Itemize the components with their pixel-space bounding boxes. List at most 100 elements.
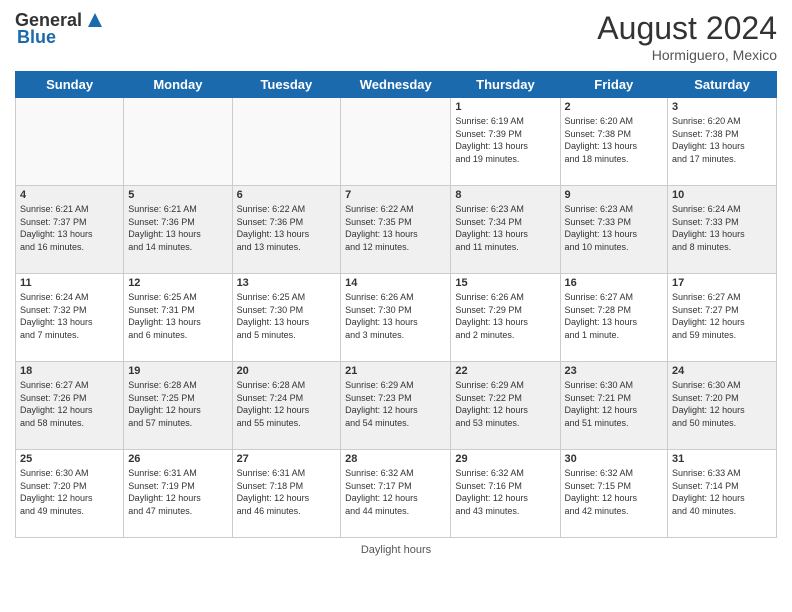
day-number: 14 <box>345 277 446 289</box>
table-row: 9 Sunrise: 6:23 AM Sunset: 7:33 PM Daylig… <box>560 186 668 274</box>
table-row: 5Sunrise: 6:21 AM Sunset: 7:36 PM Daylig… <box>124 186 232 274</box>
table-row: 6 Sunrise: 6:22 AM Sunset: 7:36 PM Daylig… <box>232 186 341 274</box>
day-info: Sunrise: 6:27 AM Sunset: 7:26 PM Dayligh… <box>20 379 119 429</box>
day-number: 7 <box>345 189 446 201</box>
table-row <box>16 98 124 186</box>
day-info: Sunrise: 6:24 AM Sunset: 7:32 PM Dayligh… <box>20 291 119 341</box>
table-row: 4Sunrise: 6:21 AM Sunset: 7:37 PM Daylig… <box>16 186 124 274</box>
day-info: Sunrise: 6:20 AM Sunset: 7:38 PM Dayligh… <box>565 115 664 165</box>
day-number: 27 <box>237 453 337 465</box>
day-number: 28 <box>345 453 446 465</box>
day-info: Sunrise: 6:22 AM Sunset: 7:35 PM Dayligh… <box>345 203 446 253</box>
table-row: 16 Sunrise: 6:27 AM Sunset: 7:28 PM Dayli… <box>560 274 668 362</box>
day-info: Sunrise: 6:30 AM Sunset: 7:21 PM Dayligh… <box>565 379 664 429</box>
day-info: Sunrise: 6:32 AM Sunset: 7:15 PM Dayligh… <box>565 467 664 517</box>
table-row: 27 Sunrise: 6:31 AM Sunset: 7:18 PM Dayli… <box>232 450 341 538</box>
day-number: 9 <box>565 189 664 201</box>
day-info: Sunrise: 6:28 AM Sunset: 7:24 PM Dayligh… <box>237 379 337 429</box>
day-info: Sunrise: 6:23 AM Sunset: 7:33 PM Dayligh… <box>565 203 664 253</box>
col-monday: Monday <box>124 72 232 98</box>
day-info: Sunrise: 6:25 AM Sunset: 7:31 PM Dayligh… <box>128 291 227 341</box>
footer: Daylight hours <box>15 544 777 556</box>
table-row: 13Sunrise: 6:25 AM Sunset: 7:30 PM Dayli… <box>232 274 341 362</box>
table-row: 2 Sunrise: 6:20 AM Sunset: 7:38 PM Daylig… <box>560 98 668 186</box>
table-row <box>341 98 451 186</box>
day-number: 23 <box>565 365 664 377</box>
day-info: Sunrise: 6:20 AM Sunset: 7:38 PM Dayligh… <box>672 115 772 165</box>
col-tuesday: Tuesday <box>232 72 341 98</box>
day-info: Sunrise: 6:33 AM Sunset: 7:14 PM Dayligh… <box>672 467 772 517</box>
day-info: Sunrise: 6:26 AM Sunset: 7:30 PM Dayligh… <box>345 291 446 341</box>
table-row: 15Sunrise: 6:26 AM Sunset: 7:29 PM Dayli… <box>451 274 560 362</box>
day-number: 4 <box>20 189 119 201</box>
day-info: Sunrise: 6:31 AM Sunset: 7:19 PM Dayligh… <box>128 467 227 517</box>
day-number: 12 <box>128 277 227 289</box>
day-info: Sunrise: 6:29 AM Sunset: 7:23 PM Dayligh… <box>345 379 446 429</box>
col-sunday: Sunday <box>16 72 124 98</box>
day-info: Sunrise: 6:23 AM Sunset: 7:34 PM Dayligh… <box>455 203 555 253</box>
table-row: 26 Sunrise: 6:31 AM Sunset: 7:19 PM Dayli… <box>124 450 232 538</box>
day-info: Sunrise: 6:31 AM Sunset: 7:18 PM Dayligh… <box>237 467 337 517</box>
day-info: Sunrise: 6:24 AM Sunset: 7:33 PM Dayligh… <box>672 203 772 253</box>
calendar-week-row: 25Sunrise: 6:30 AM Sunset: 7:20 PM Dayli… <box>16 450 777 538</box>
col-thursday: Thursday <box>451 72 560 98</box>
logo: General Blue <box>15 10 106 48</box>
header: General Blue August 2024 Hormiguero, Mex… <box>15 10 777 63</box>
day-number: 26 <box>128 453 227 465</box>
table-row: 20 Sunrise: 6:28 AM Sunset: 7:24 PM Dayli… <box>232 362 341 450</box>
day-info: Sunrise: 6:21 AM Sunset: 7:36 PM Dayligh… <box>128 203 227 253</box>
table-row: 22Sunrise: 6:29 AM Sunset: 7:22 PM Dayli… <box>451 362 560 450</box>
day-number: 1 <box>455 101 555 113</box>
logo-icon <box>84 9 106 31</box>
day-number: 20 <box>237 365 337 377</box>
day-number: 13 <box>237 277 337 289</box>
table-row: 8 Sunrise: 6:23 AM Sunset: 7:34 PM Daylig… <box>451 186 560 274</box>
location: Hormiguero, Mexico <box>597 47 777 63</box>
table-row: 28 Sunrise: 6:32 AM Sunset: 7:17 PM Dayli… <box>341 450 451 538</box>
calendar-header-row: Sunday Monday Tuesday Wednesday Thursday… <box>16 72 777 98</box>
day-number: 6 <box>237 189 337 201</box>
table-row: 12 Sunrise: 6:25 AM Sunset: 7:31 PM Dayli… <box>124 274 232 362</box>
day-number: 3 <box>672 101 772 113</box>
day-number: 16 <box>565 277 664 289</box>
day-info: Sunrise: 6:28 AM Sunset: 7:25 PM Dayligh… <box>128 379 227 429</box>
day-info: Sunrise: 6:32 AM Sunset: 7:16 PM Dayligh… <box>455 467 555 517</box>
table-row: 21 Sunrise: 6:29 AM Sunset: 7:23 PM Dayli… <box>341 362 451 450</box>
table-row: 7 Sunrise: 6:22 AM Sunset: 7:35 PM Daylig… <box>341 186 451 274</box>
col-friday: Friday <box>560 72 668 98</box>
table-row: 10 Sunrise: 6:24 AM Sunset: 7:33 PM Dayli… <box>668 186 777 274</box>
day-number: 8 <box>455 189 555 201</box>
day-number: 21 <box>345 365 446 377</box>
table-row: 30 Sunrise: 6:32 AM Sunset: 7:15 PM Dayli… <box>560 450 668 538</box>
table-row: 29Sunrise: 6:32 AM Sunset: 7:16 PM Dayli… <box>451 450 560 538</box>
table-row: 3 Sunrise: 6:20 AM Sunset: 7:38 PM Daylig… <box>668 98 777 186</box>
day-info: Sunrise: 6:32 AM Sunset: 7:17 PM Dayligh… <box>345 467 446 517</box>
calendar-week-row: 11 Sunrise: 6:24 AM Sunset: 7:32 PM Dayli… <box>16 274 777 362</box>
table-row <box>232 98 341 186</box>
table-row: 18Sunrise: 6:27 AM Sunset: 7:26 PM Dayli… <box>16 362 124 450</box>
table-row: 19Sunrise: 6:28 AM Sunset: 7:25 PM Dayli… <box>124 362 232 450</box>
day-number: 22 <box>455 365 555 377</box>
calendar: Sunday Monday Tuesday Wednesday Thursday… <box>15 71 777 538</box>
table-row: 24Sunrise: 6:30 AM Sunset: 7:20 PM Dayli… <box>668 362 777 450</box>
daylight-hours-label: Daylight hours <box>361 544 431 556</box>
table-row: 31Sunrise: 6:33 AM Sunset: 7:14 PM Dayli… <box>668 450 777 538</box>
day-number: 2 <box>565 101 664 113</box>
month-year: August 2024 <box>597 10 777 47</box>
day-number: 15 <box>455 277 555 289</box>
calendar-week-row: 1Sunrise: 6:19 AM Sunset: 7:39 PM Daylig… <box>16 98 777 186</box>
day-number: 11 <box>20 277 119 289</box>
col-saturday: Saturday <box>668 72 777 98</box>
calendar-week-row: 4Sunrise: 6:21 AM Sunset: 7:37 PM Daylig… <box>16 186 777 274</box>
day-info: Sunrise: 6:22 AM Sunset: 7:36 PM Dayligh… <box>237 203 337 253</box>
day-number: 30 <box>565 453 664 465</box>
table-row: 25Sunrise: 6:30 AM Sunset: 7:20 PM Dayli… <box>16 450 124 538</box>
table-row: 17Sunrise: 6:27 AM Sunset: 7:27 PM Dayli… <box>668 274 777 362</box>
table-row: 23 Sunrise: 6:30 AM Sunset: 7:21 PM Dayli… <box>560 362 668 450</box>
day-number: 10 <box>672 189 772 201</box>
table-row <box>124 98 232 186</box>
col-wednesday: Wednesday <box>341 72 451 98</box>
table-row: 11 Sunrise: 6:24 AM Sunset: 7:32 PM Dayli… <box>16 274 124 362</box>
day-info: Sunrise: 6:27 AM Sunset: 7:28 PM Dayligh… <box>565 291 664 341</box>
day-info: Sunrise: 6:30 AM Sunset: 7:20 PM Dayligh… <box>20 467 119 517</box>
